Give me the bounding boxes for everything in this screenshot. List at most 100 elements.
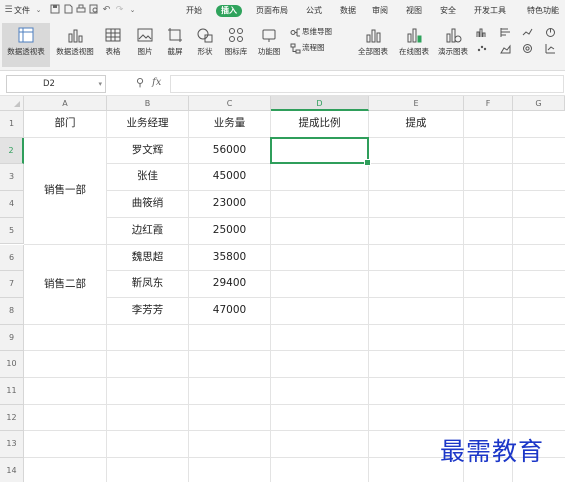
volume-cell[interactable]: 23000 xyxy=(189,191,270,217)
department-cell-merged[interactable]: 销售一部 xyxy=(24,137,106,244)
area-chart-icon[interactable] xyxy=(500,43,511,54)
pie-chart-icon[interactable] xyxy=(545,27,556,38)
row-header-8[interactable]: 8 xyxy=(0,297,24,325)
tab-developer[interactable]: 开发工具 xyxy=(474,4,506,18)
header-volume-cell[interactable]: 业务量 xyxy=(189,111,270,137)
volume-cell[interactable]: 35800 xyxy=(189,244,270,271)
tab-insert[interactable]: 插入 xyxy=(216,5,242,17)
hamburger-icon[interactable]: ☰ xyxy=(3,4,14,16)
tab-data[interactable]: 数据 xyxy=(340,4,356,18)
demo-charts-label: 演示图表 xyxy=(438,47,468,56)
line-chart-icon[interactable] xyxy=(522,27,533,38)
column-header-a[interactable]: A xyxy=(24,96,107,111)
menu-file[interactable]: 文件 xyxy=(14,4,30,18)
row-header-5[interactable]: 5 xyxy=(0,217,24,245)
column-header-b[interactable]: B xyxy=(107,96,189,111)
all-charts-button[interactable]: 全部图表 xyxy=(354,23,392,67)
volume-cell[interactable]: 45000 xyxy=(189,164,270,191)
row-header-4[interactable]: 4 xyxy=(0,191,24,218)
tab-special[interactable]: 特色功能 xyxy=(527,4,559,18)
pivot-table-button[interactable]: 数据透视表 xyxy=(2,23,50,67)
tab-security[interactable]: 安全 xyxy=(440,4,456,18)
column-header-c[interactable]: C xyxy=(189,96,271,111)
row-header-12[interactable]: 12 xyxy=(0,404,24,432)
insert-function-icon[interactable]: fx xyxy=(152,75,161,91)
header-commission-cell[interactable]: 提成 xyxy=(369,111,463,137)
header-department-cell[interactable]: 部门 xyxy=(24,111,106,137)
zoom-icon[interactable]: ⚲ xyxy=(136,75,144,91)
tab-home[interactable]: 开始 xyxy=(186,4,202,18)
table-button[interactable]: 表格 xyxy=(100,23,126,67)
column-gridline xyxy=(512,111,513,482)
screenshot-button[interactable]: 截屏 xyxy=(160,23,190,67)
row-header-1[interactable]: 1 xyxy=(0,111,24,138)
manager-cell[interactable]: 边红霞 xyxy=(107,217,188,244)
tab-formulas[interactable]: 公式 xyxy=(306,4,322,18)
row-header-10[interactable]: 10 xyxy=(0,351,24,378)
row-header-14[interactable]: 14 xyxy=(0,458,24,482)
header-commission-rate-cell[interactable]: 提成比例 xyxy=(271,111,368,137)
icon-library-icon xyxy=(229,28,243,42)
column-header-g[interactable]: G xyxy=(513,96,565,111)
row-header-2[interactable]: 2 xyxy=(0,137,24,165)
all-charts-icon xyxy=(366,29,381,43)
header-manager-cell[interactable]: 业务经理 xyxy=(107,111,188,137)
mind-map-icon xyxy=(290,28,300,37)
demo-charts-button[interactable]: 演示图表 xyxy=(434,23,472,67)
output-pdf-icon[interactable] xyxy=(62,4,73,16)
online-charts-button[interactable]: 在线图表 xyxy=(395,23,433,67)
select-all-corner[interactable] xyxy=(0,96,24,111)
manager-cell[interactable]: 靳凤东 xyxy=(107,271,188,297)
volume-cell[interactable]: 29400 xyxy=(189,271,270,297)
manager-cell[interactable]: 罗文辉 xyxy=(107,137,188,164)
menu-bar: ☰ 文件 ⌄ ↶ ↷ ⌄ 开始 插入 页面布局 公式 数据 审阅 视图 安全 开… xyxy=(0,0,565,22)
tab-review[interactable]: 审阅 xyxy=(372,4,388,18)
row-header-6[interactable]: 6 xyxy=(0,244,24,272)
volume-cell[interactable]: 25000 xyxy=(189,217,270,244)
picture-button[interactable]: 图片 xyxy=(130,23,160,67)
pivot-chart-button[interactable]: 数据透视图 xyxy=(52,23,98,67)
print-icon[interactable] xyxy=(75,4,86,16)
fill-handle[interactable] xyxy=(364,159,371,167)
quick-access-dropdown-icon[interactable]: ⌄ xyxy=(127,4,138,16)
tab-view[interactable]: 视图 xyxy=(406,4,422,18)
doughnut-chart-icon[interactable] xyxy=(522,43,533,54)
column-header-f[interactable]: F xyxy=(464,96,513,111)
print-preview-icon[interactable] xyxy=(88,4,99,16)
formula-input[interactable] xyxy=(170,75,564,93)
manager-cell[interactable]: 魏思超 xyxy=(107,244,188,271)
chevron-down-icon[interactable]: ▾ xyxy=(98,76,102,92)
row-header-9[interactable]: 9 xyxy=(0,324,24,352)
column-header-d[interactable]: D xyxy=(271,96,369,111)
column-header-e[interactable]: E xyxy=(369,96,464,111)
radar-chart-icon[interactable] xyxy=(545,43,556,54)
mind-map-button[interactable]: 思维导图 xyxy=(302,26,332,38)
row-header-7[interactable]: 7 xyxy=(0,271,24,298)
row-header-13[interactable]: 13 xyxy=(0,431,24,459)
flowchart-button[interactable]: 流程图 xyxy=(302,42,325,54)
active-cell-d2[interactable] xyxy=(270,136,371,167)
tab-page-layout[interactable]: 页面布局 xyxy=(256,4,288,18)
pivot-chart-icon xyxy=(68,29,83,43)
chevron-down-icon[interactable]: ⌄ xyxy=(33,4,44,16)
undo-icon[interactable]: ↶ xyxy=(101,4,112,16)
icon-library-button[interactable]: 图标库 xyxy=(221,23,251,67)
shape-button[interactable]: 形状 xyxy=(190,23,220,67)
manager-cell[interactable]: 李芳芳 xyxy=(107,297,188,324)
column-chart-icon[interactable] xyxy=(476,27,487,38)
bar-chart-icon[interactable] xyxy=(500,27,511,38)
volume-cell[interactable]: 47000 xyxy=(189,297,270,324)
save-icon[interactable] xyxy=(49,4,60,16)
redo-icon[interactable]: ↷ xyxy=(114,4,125,16)
department-cell-merged[interactable]: 销售二部 xyxy=(24,244,106,324)
row-header-11[interactable]: 11 xyxy=(0,378,24,405)
scatter-chart-icon[interactable] xyxy=(476,43,487,54)
manager-cell[interactable]: 曲筱绡 xyxy=(107,191,188,217)
picture-label: 图片 xyxy=(137,47,153,56)
name-box[interactable]: D2 ▾ xyxy=(6,75,106,93)
function-chart-button[interactable]: 功能图 xyxy=(252,23,286,67)
pivot-chart-label: 数据透视图 xyxy=(56,47,94,56)
volume-cell[interactable]: 56000 xyxy=(189,137,270,164)
manager-cell[interactable]: 张佳 xyxy=(107,164,188,191)
row-header-3[interactable]: 3 xyxy=(0,164,24,192)
